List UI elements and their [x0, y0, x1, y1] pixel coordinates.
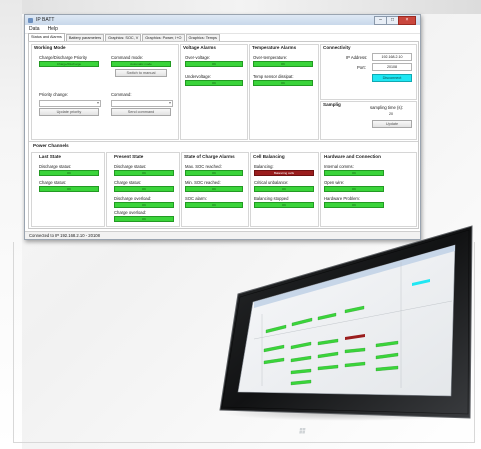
tablet-device	[219, 225, 473, 434]
windows-logo-icon	[299, 428, 306, 434]
